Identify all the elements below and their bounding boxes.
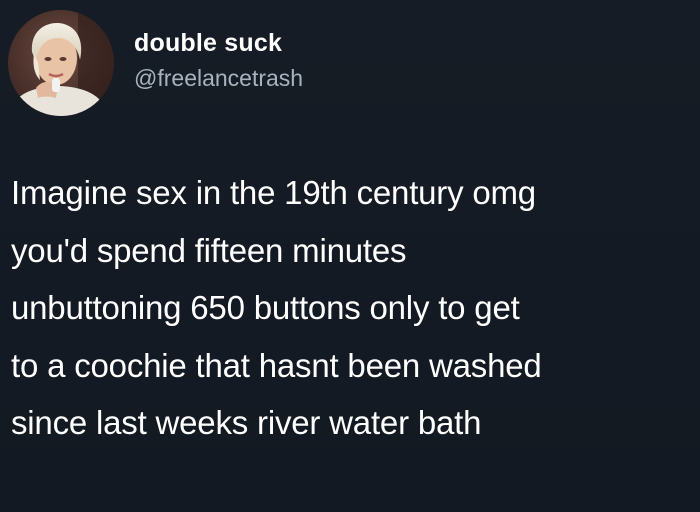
tweet-text-line: unbuttoning 650 buttons only to get: [11, 289, 520, 326]
tweet-body: Imagine sex in the 19th century omg you'…: [11, 164, 693, 452]
user-names: double suck @freelancetrash: [134, 28, 303, 92]
avatar[interactable]: [8, 10, 114, 116]
profile-photo-icon: [8, 10, 114, 116]
tweet-text-line: to a coochie that hasnt been washed: [11, 346, 542, 384]
tweet-text-line: Imagine sex in the 19th century omg: [11, 174, 536, 211]
tweet-text-line: you'd spend fifteen minutes: [11, 231, 407, 269]
user-handle[interactable]: @freelancetrash: [134, 64, 303, 92]
tweet-card: double suck @freelancetrash Imagine sex …: [0, 0, 700, 512]
tweet-header: double suck @freelancetrash: [8, 10, 303, 116]
display-name[interactable]: double suck: [134, 28, 303, 58]
tweet-text-line: since last weeks river water bath: [11, 404, 482, 441]
